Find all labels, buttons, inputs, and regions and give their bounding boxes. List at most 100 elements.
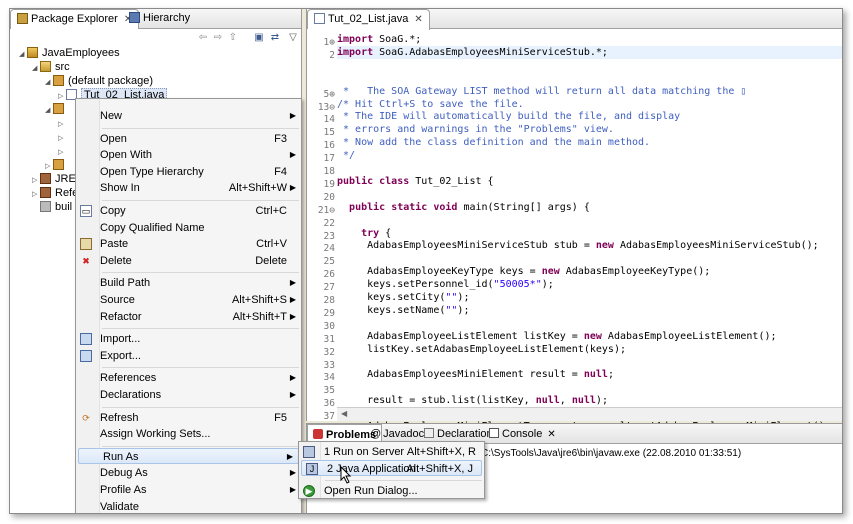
- menu-item-shortcut: Alt+Shift+T: [232, 310, 287, 323]
- menu-item-export[interactable]: Export...: [76, 348, 301, 364]
- menu-item-validate[interactable]: Validate: [76, 499, 301, 513]
- menu-item-build-path[interactable]: Build Path ▶: [76, 275, 301, 291]
- menu-item-open-run-dialog[interactable]: ▶ Open Run Dialog...: [299, 483, 484, 499]
- menu-item-source[interactable]: Source Alt+Shift+S ▶: [76, 292, 301, 308]
- forward-icon[interactable]: ⇨: [211, 31, 225, 44]
- menu-item-label: Debug As: [100, 467, 148, 480]
- expand-arrow-icon[interactable]: ◢: [45, 104, 53, 118]
- menu-item-refactor[interactable]: Refactor Alt+Shift+T ▶: [76, 309, 301, 325]
- menu-item-shortcut: F3: [274, 132, 287, 145]
- menu-item-open[interactable]: Open F3: [76, 131, 301, 147]
- code-token: main(String[] args) {: [457, 201, 590, 213]
- menu-item-debug-as[interactable]: Debug As ▶: [76, 465, 301, 481]
- tree-item-package[interactable]: ◢: [45, 102, 68, 116]
- menu-item-label: New: [100, 110, 123, 122]
- tree-item-jre[interactable]: ▷ JRE: [32, 172, 76, 186]
- code-token: SoaG.*;: [373, 34, 422, 45]
- code-token: * The IDE will automatically build the f…: [337, 111, 681, 123]
- menu-item-open-type-hierarchy[interactable]: Open Type Hierarchy F4: [76, 164, 301, 180]
- menu-item-label: Show In: [100, 182, 140, 195]
- back-icon[interactable]: ⇦: [196, 31, 210, 44]
- menu-item-new[interactable]: New ▶: [76, 108, 301, 124]
- menu-item-declarations[interactable]: Declarations ▶: [76, 387, 301, 403]
- line-number: 36: [323, 398, 335, 410]
- code-token: AdabasEmployeesMiniElement result =: [337, 369, 584, 381]
- menu-item-profile-as[interactable]: Profile As ▶: [76, 482, 301, 498]
- menu-item-1-run-on-server[interactable]: 1 Run on Server Alt+Shift+X, R: [299, 444, 484, 460]
- link-editor-icon[interactable]: ⇄: [268, 31, 282, 44]
- menu-item-refresh[interactable]: ⟳ Refresh F5: [76, 410, 301, 426]
- java-file-icon: [314, 13, 325, 24]
- line-number: 19: [323, 178, 335, 190]
- editor-tabbar: Tut_02_List.java ✕: [307, 9, 842, 30]
- menu-item-references[interactable]: References ▶: [76, 370, 301, 386]
- expand-arrow-icon[interactable]: ◢: [19, 48, 27, 62]
- code-token: AdabasEmployeesMiniServiceStub stub =: [337, 240, 596, 252]
- code-line: import SoaG.*;: [337, 33, 421, 46]
- expand-arrow-icon[interactable]: ◢: [32, 62, 40, 76]
- export-icon: [80, 349, 92, 362]
- tab-editor-file[interactable]: Tut_02_List.java ✕: [307, 9, 430, 30]
- up-icon[interactable]: ⇧: [226, 31, 240, 44]
- menu-item-paste[interactable]: Paste Ctrl+V: [76, 236, 301, 252]
- menu-item-copy-qualified-name[interactable]: Copy Qualified Name: [76, 220, 301, 236]
- menu-item-run-as[interactable]: Run As ▶: [78, 447, 299, 464]
- code-token: * errors and warnings in the "Problems" …: [337, 124, 614, 136]
- close-icon[interactable]: ✕: [547, 429, 555, 440]
- code-token: "": [445, 292, 458, 303]
- code-token: );: [457, 304, 470, 316]
- collapse-all-icon[interactable]: ▣: [252, 31, 266, 44]
- menu-item-label: Validate: [100, 500, 139, 513]
- line-number: 34: [323, 372, 335, 384]
- view-menu-icon[interactable]: ▽: [286, 31, 300, 44]
- horizontal-scrollbar[interactable]: ◀: [337, 407, 842, 421]
- context-menu: New ▶ Open F3 Open With ▶ Open Type Hierarchy F…: [75, 98, 302, 513]
- tab-package-explorer[interactable]: Package Explorer✕: [10, 9, 140, 30]
- menu-item-label: Run As: [103, 450, 139, 463]
- tree-item-child[interactable]: ▷: [58, 144, 66, 158]
- tree-item-package[interactable]: ▷: [45, 158, 68, 172]
- tab-console[interactable]: Console ✕: [484, 424, 561, 444]
- expand-arrow-icon[interactable]: ◢: [45, 76, 53, 90]
- code-area[interactable]: import SoaG.*; import SoaG.AdabasEmployee…: [337, 29, 842, 432]
- problems-icon: [313, 429, 323, 439]
- tree-item-src[interactable]: ◢ src: [32, 60, 70, 74]
- tree-item-child[interactable]: ▷: [58, 130, 66, 144]
- code-line: keys.setCity("");: [337, 291, 469, 304]
- menu-item-assign-working-sets[interactable]: Assign Working Sets...: [76, 426, 301, 442]
- code-token: * The SOA Gateway LIST method will retur…: [337, 85, 747, 97]
- code-line: */: [337, 149, 355, 162]
- code-token: "50005*": [493, 279, 542, 291]
- code-token: /* Hit Ctrl+S to save the file.: [337, 98, 524, 110]
- code-token: public class: [337, 175, 410, 187]
- code-line: * errors and warnings in the "Problems" …: [337, 123, 614, 136]
- package-explorer-toolbar: ⇦ ⇨ ⇧ ▣ ⇄ ▽: [10, 29, 301, 47]
- menu-item-delete[interactable]: ✖ Delete Delete: [76, 253, 301, 269]
- tree-item-child[interactable]: ▷: [58, 116, 66, 130]
- file-icon: [40, 201, 51, 212]
- tree-item-default-package[interactable]: ◢ (default package): [45, 74, 153, 88]
- line-number: 31: [323, 333, 335, 345]
- line-number: 25: [323, 256, 335, 268]
- submenu-arrow-icon: ▶: [289, 373, 296, 383]
- menu-item-label: Export...: [100, 349, 141, 362]
- tree-item-project[interactable]: ◢ JavaEmployees: [19, 46, 120, 60]
- tree-item-references[interactable]: ▷ Refe: [32, 186, 78, 200]
- tab-hierarchy[interactable]: Hierarchy: [123, 9, 196, 29]
- close-icon[interactable]: ✕: [414, 14, 422, 25]
- menu-item-shortcut: F5: [274, 411, 287, 424]
- tree-item-build[interactable]: buil: [32, 200, 72, 214]
- menu-item-copy[interactable]: ▭ Copy Ctrl+C: [76, 203, 301, 219]
- line-number: 28: [323, 295, 335, 306]
- line-number: 16: [323, 140, 335, 152]
- line-number: 29: [323, 307, 335, 319]
- submenu-arrow-icon: ▶: [289, 468, 296, 478]
- menu-item-open-with[interactable]: Open With ▶: [76, 147, 301, 163]
- menu-item-import[interactable]: Import...: [76, 331, 301, 347]
- scroll-left-icon[interactable]: ◀: [341, 409, 347, 418]
- menu-item-2-java-application[interactable]: J2 Java Application Alt+Shift+X, J: [301, 459, 482, 476]
- menu-item-label: Source: [100, 294, 135, 306]
- menu-item-show-in[interactable]: Show In Alt+Shift+W ▶: [76, 180, 301, 196]
- code-token: ,: [559, 395, 572, 407]
